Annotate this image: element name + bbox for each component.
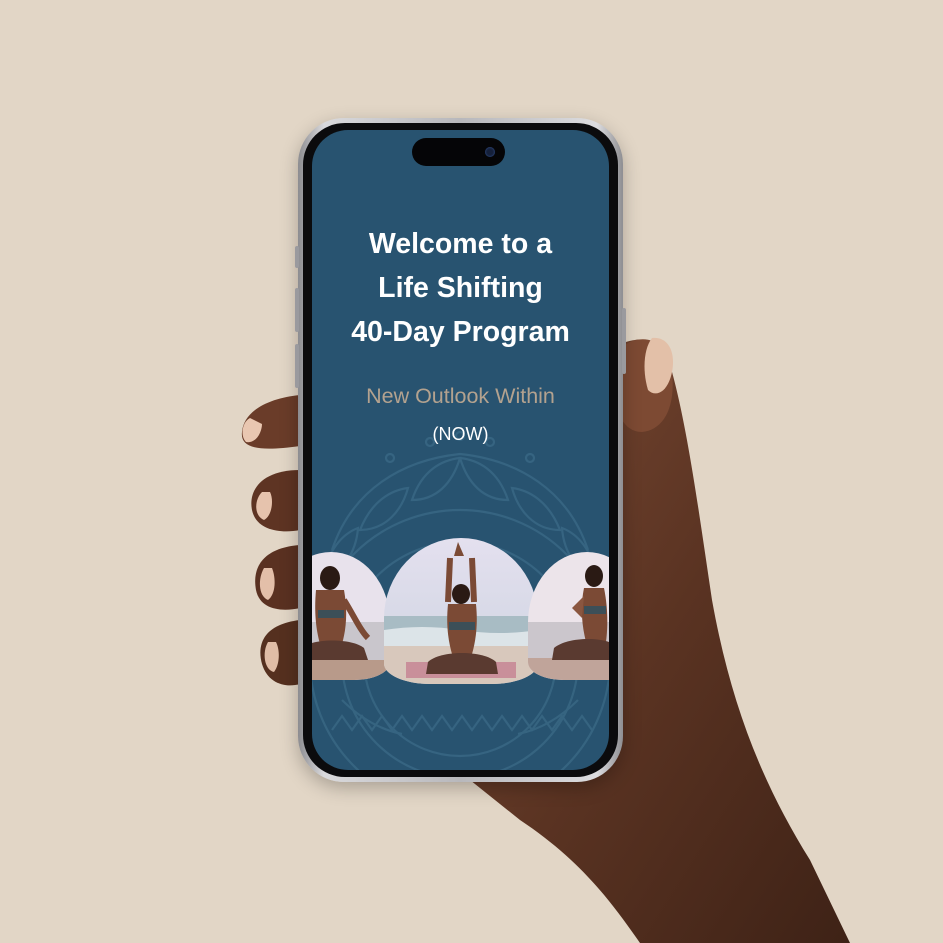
power-button [622, 308, 626, 374]
volume-up-button [295, 288, 299, 332]
phone-device: Welcome to a Life Shifting 40-Day Progra… [295, 118, 626, 782]
app-screen: Welcome to a Life Shifting 40-Day Progra… [312, 130, 609, 770]
title-line-2: Life Shifting [378, 272, 543, 304]
mockup-scene: Welcome to a Life Shifting 40-Day Progra… [0, 0, 943, 943]
action-button [295, 246, 299, 268]
volume-down-button [295, 344, 299, 388]
title-line-1: Welcome to a [368, 228, 553, 260]
dynamic-island [412, 138, 505, 166]
subtitle: New Outlook Within [366, 384, 555, 408]
tagline: (NOW) [432, 424, 489, 444]
title-line-3: 40-Day Program [351, 316, 570, 348]
page-title: Welcome to a Life Shifting 40-Day Progra… [312, 222, 609, 354]
front-camera-icon [485, 147, 495, 157]
